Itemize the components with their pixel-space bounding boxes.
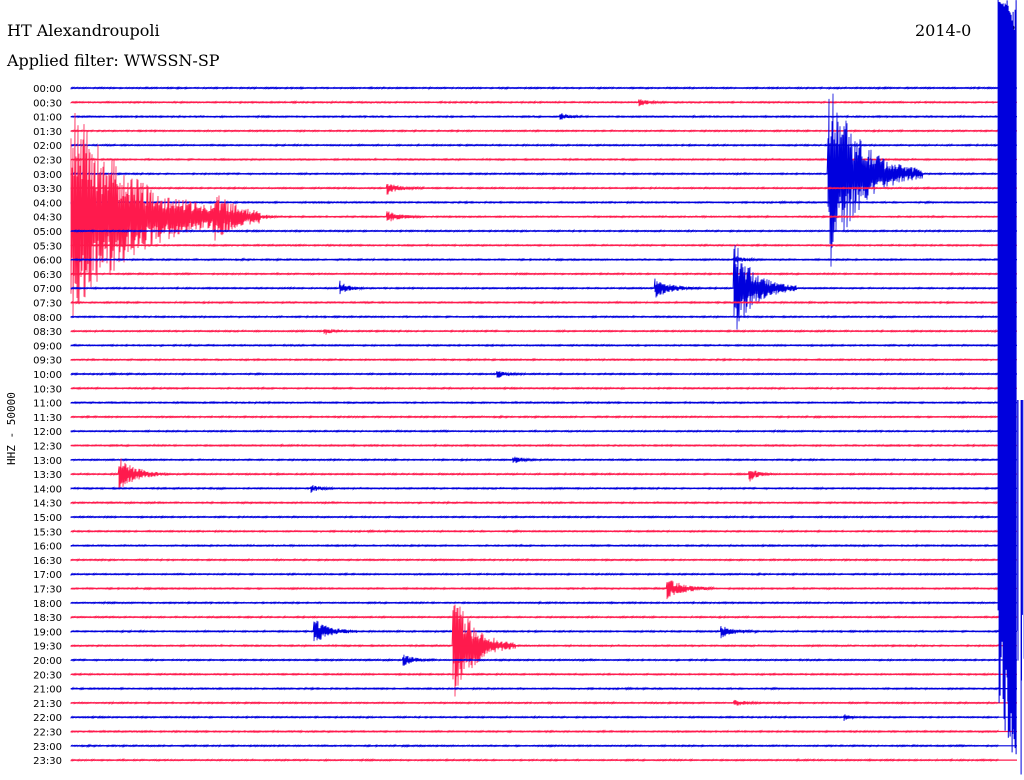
tick-label-2100: 21:00 — [33, 685, 62, 696]
tick-label-0000: 00:00 — [33, 84, 62, 95]
date-label-start: 2014-0 — [915, 21, 971, 40]
tick-label-1530: 15:30 — [33, 527, 62, 538]
tick-label-1130: 11:30 — [33, 413, 62, 424]
tick-label-2300: 23:00 — [33, 742, 62, 753]
tick-label-0130: 01:30 — [33, 127, 62, 138]
tick-label-0230: 02:30 — [33, 156, 62, 167]
filter-label: Applied filter: WWSSN-SP — [6, 51, 220, 70]
tick-label-1730: 17:30 — [33, 585, 62, 596]
tick-label-2130: 21:30 — [33, 699, 62, 710]
tick-label-0530: 05:30 — [33, 241, 62, 252]
tick-label-1200: 12:00 — [33, 427, 62, 438]
tick-label-1400: 14:00 — [33, 484, 62, 495]
tick-label-1030: 10:30 — [33, 384, 62, 395]
tick-label-0500: 05:00 — [33, 227, 62, 238]
tick-label-1830: 18:30 — [33, 613, 62, 624]
tick-label-2200: 22:00 — [33, 713, 62, 724]
tick-label-1430: 14:30 — [33, 499, 62, 510]
tick-label-1230: 12:30 — [33, 442, 62, 453]
tick-label-1500: 15:00 — [33, 513, 62, 524]
helicorder-plot: HT Alexandroupoli Applied filter: WWSSN-… — [0, 0, 1024, 780]
tick-label-0630: 06:30 — [33, 270, 62, 281]
station-title: HT Alexandroupoli — [7, 21, 160, 40]
tick-label-0200: 02:00 — [33, 141, 62, 152]
tick-label-0900: 09:00 — [33, 341, 62, 352]
tick-label-0730: 07:30 — [33, 299, 62, 310]
tick-label-0830: 08:30 — [33, 327, 62, 338]
tick-label-1700: 17:00 — [33, 570, 62, 581]
tick-label-2330: 23:30 — [33, 756, 62, 767]
tick-label-0300: 03:00 — [33, 170, 62, 181]
tick-label-1000: 10:00 — [33, 370, 62, 381]
tick-label-2230: 22:30 — [33, 728, 62, 739]
channel-label: HHZ - 50000 — [5, 392, 18, 465]
tick-label-0430: 04:30 — [33, 213, 62, 224]
tick-label-1600: 16:00 — [33, 542, 62, 553]
tick-label-0030: 00:30 — [33, 98, 62, 109]
tick-label-0100: 01:00 — [33, 113, 62, 124]
tick-label-0330: 03:30 — [33, 184, 62, 195]
tick-label-1100: 11:00 — [33, 399, 62, 410]
tick-label-0800: 08:00 — [33, 313, 62, 324]
tick-label-1330: 13:30 — [33, 470, 62, 481]
tick-label-0400: 04:00 — [33, 198, 62, 209]
tick-label-1800: 18:00 — [33, 599, 62, 610]
tick-label-0700: 07:00 — [33, 284, 62, 295]
tick-label-1900: 19:00 — [33, 627, 62, 638]
tick-label-2000: 20:00 — [33, 656, 62, 667]
tick-label-1300: 13:00 — [33, 456, 62, 467]
tick-label-1930: 19:30 — [33, 642, 62, 653]
tick-label-1630: 16:30 — [33, 556, 62, 567]
tick-label-2030: 20:30 — [33, 670, 62, 681]
tick-label-0600: 06:00 — [33, 256, 62, 267]
tick-label-0930: 09:30 — [33, 356, 62, 367]
